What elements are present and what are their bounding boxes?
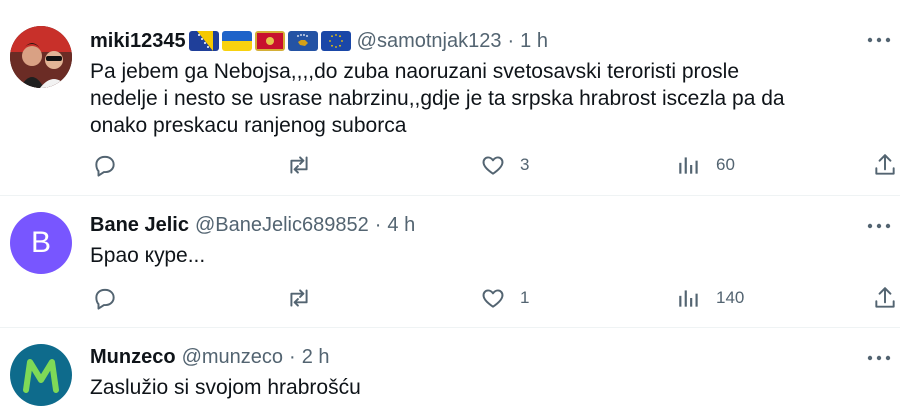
share-icon [872,285,898,311]
reply-icon [92,285,118,311]
more-icon[interactable] [864,28,894,52]
tweet-actions: 3 60 [90,150,900,180]
share-button[interactable] [872,283,898,313]
tweet-text: Pa jebem ga Nebojsa,,,,do zuba naoruzani… [90,58,880,139]
tweet-text-line: Pa jebem ga Nebojsa,,,,do zuba naoruzani… [90,60,740,83]
tweet[interactable]: miki12345 @samotnjak123 · 1 h Pa jebem g… [0,0,900,196]
tweet-text-line: Zaslužio si svojom hrabrošću [90,376,361,399]
tweet[interactable]: Munzeco @munzeco · 2 h Zaslužio si svojo… [0,328,900,413]
timestamp[interactable]: 2 h [302,346,330,369]
tweet-header: Munzeco @munzeco · 2 h [90,344,330,370]
reply-icon [92,152,118,178]
tweet-text-line: Брао куре... [90,244,206,267]
view-count: 60 [716,155,735,174]
flag-bosnia-icon [188,31,219,51]
more-icon[interactable] [864,214,894,238]
avatar[interactable] [10,344,72,406]
tweet-text: Zaslužio si svojom hrabrošću [90,374,880,401]
separator-dot: · [289,345,296,368]
heart-icon [480,285,506,311]
user-handle[interactable]: @BaneJelic689852 [195,214,369,237]
views-icon [676,285,702,311]
separator-dot: · [374,213,382,236]
view-count: 140 [716,288,745,307]
user-handle[interactable]: @samotnjak123 [357,30,502,53]
heart-icon [480,152,506,178]
tweet-text-line: onako preskacu ranjenog suborca [90,114,407,137]
avatar[interactable]: B [10,212,72,274]
like-button[interactable]: 1 [480,283,529,313]
like-count: 1 [520,288,530,307]
views-button[interactable]: 140 [676,283,744,313]
share-icon [872,152,898,178]
avatar-letter: B [30,226,51,259]
retweet-icon [285,285,313,311]
tweet-actions: 1 140 [90,283,900,313]
views-button[interactable]: 60 [676,150,735,180]
views-icon [676,152,702,178]
retweet-icon [285,152,313,178]
like-button[interactable]: 3 [480,150,529,180]
avatar[interactable] [10,26,72,88]
reply-button[interactable] [92,150,118,180]
flag-montenegro-icon [254,31,285,51]
tweet[interactable]: B Bane Jelic @BaneJelic689852 · 4 h Брао… [0,196,900,328]
tweet-text: Брао куре... [90,242,880,269]
more-icon[interactable] [864,346,894,370]
share-button[interactable] [872,150,898,180]
separator-dot: · [507,29,515,52]
user-handle[interactable]: @munzeco [182,346,283,369]
tweet-text-line: nedelje i nesto se usrase nabrzinu,,gdje… [90,87,785,110]
reply-button[interactable] [92,283,118,313]
timestamp[interactable]: 1 h [520,30,548,53]
retweet-button[interactable] [285,150,313,180]
flag-emojis [188,31,351,51]
flag-kosovo-icon [287,31,318,51]
retweet-button[interactable] [285,283,313,313]
display-name[interactable]: Bane Jelic [90,214,189,237]
flag-ukraine-icon [221,31,252,51]
display-name[interactable]: miki12345 [90,30,186,53]
tweet-header: miki12345 @samotnjak123 · 1 h [90,28,548,54]
tweet-header: Bane Jelic @BaneJelic689852 · 4 h [90,212,415,238]
like-count: 3 [520,155,530,174]
timestamp[interactable]: 4 h [387,214,415,237]
display-name[interactable]: Munzeco [90,346,176,369]
flag-eu-icon [320,31,351,51]
